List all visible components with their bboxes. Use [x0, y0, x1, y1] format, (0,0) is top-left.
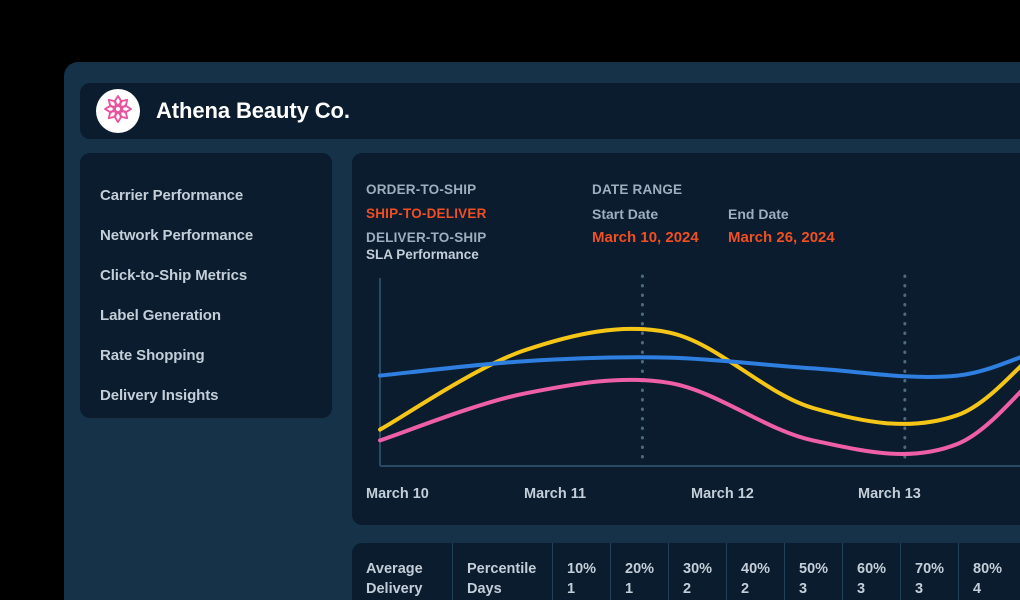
table-col-p50-header: 50% — [799, 561, 828, 577]
filter-ship-to-deliver[interactable]: SHIP-TO-DELIVER — [366, 202, 592, 226]
titlebar: Athena Beauty Co. — [80, 83, 1020, 139]
chart-x-axis: March 10 March 11 March 12 March 13 — [366, 478, 1020, 518]
table-col-p40: 40% 2 — [726, 543, 784, 600]
table-row-label: Average Delivery Times — [352, 543, 452, 600]
average-delivery-times-table: Average Delivery Times Percentile Days 1… — [352, 543, 1020, 600]
table-col-p40-header: 40% — [741, 561, 770, 577]
chart-svg — [366, 272, 1020, 470]
date-range-label: DATE RANGE — [592, 178, 922, 202]
table-col-p80-value: 4 — [973, 579, 1016, 599]
table-metric-label: Percentile Days — [452, 543, 552, 600]
end-date-value[interactable]: March 26, 2024 — [728, 226, 864, 250]
brand-title: Athena Beauty Co. — [156, 98, 350, 124]
start-date-value[interactable]: March 10, 2024 — [592, 226, 728, 250]
sidebar-item-rate-shopping[interactable]: Rate Shopping — [80, 335, 332, 375]
sidebar: Carrier Performance Network Performance … — [80, 153, 332, 418]
x-tick-0: March 10 — [366, 486, 429, 502]
table-col-p70-value: 3 — [915, 579, 958, 599]
table-col-p60-header: 60% — [857, 561, 886, 577]
x-tick-2: March 12 — [691, 486, 754, 502]
brand-logo — [96, 89, 140, 133]
table-col-p60: 60% 3 — [842, 543, 900, 600]
filters-row: ORDER-TO-SHIP SHIP-TO-DELIVER DELIVER-TO… — [366, 178, 1020, 248]
sidebar-item-carrier-performance[interactable]: Carrier Performance — [80, 175, 332, 215]
screen: Athena Beauty Co. Carrier Performance Ne… — [0, 0, 1020, 600]
date-range-inputs: Start Date March 10, 2024 End Date March… — [592, 202, 922, 250]
table-col-p10-header: 10% — [567, 561, 596, 577]
table-col-p20: 20% 1 — [610, 543, 668, 600]
end-date-label: End Date — [728, 202, 864, 226]
x-tick-3: March 13 — [858, 486, 921, 502]
sla-line-chart — [366, 272, 1020, 470]
x-tick-1: March 11 — [524, 486, 586, 502]
filter-order-to-ship[interactable]: ORDER-TO-SHIP — [366, 178, 592, 202]
table-col-p10: 10% 1 — [552, 543, 610, 600]
table-col-p30: 30% 2 — [668, 543, 726, 600]
start-date-label: Start Date — [592, 202, 728, 226]
table-col-p20-header: 20% — [625, 561, 654, 577]
table-col-p70: 70% 3 — [900, 543, 958, 600]
main-content: ORDER-TO-SHIP SHIP-TO-DELIVER DELIVER-TO… — [352, 153, 1020, 600]
table-col-p60-value: 3 — [857, 579, 900, 599]
table-col-p20-value: 1 — [625, 579, 668, 599]
table-col-p30-value: 2 — [683, 579, 726, 599]
table-col-p40-value: 2 — [741, 579, 784, 599]
table-col-p50-value: 3 — [799, 579, 842, 599]
flower-mandala-icon — [101, 92, 135, 131]
app-window: Athena Beauty Co. Carrier Performance Ne… — [64, 62, 1020, 600]
table-col-p50: 50% 3 — [784, 543, 842, 600]
start-date-field[interactable]: Start Date March 10, 2024 — [592, 202, 728, 250]
sidebar-item-label-generation[interactable]: Label Generation — [80, 295, 332, 335]
sidebar-item-click-to-ship-metrics[interactable]: Click-to-Ship Metrics — [80, 255, 332, 295]
sidebar-item-network-performance[interactable]: Network Performance — [80, 215, 332, 255]
date-range-filter-group: DATE RANGE Start Date March 10, 2024 End… — [592, 178, 922, 248]
sidebar-item-delivery-insights[interactable]: Delivery Insights — [80, 375, 332, 415]
sla-performance-card: ORDER-TO-SHIP SHIP-TO-DELIVER DELIVER-TO… — [352, 153, 1020, 525]
table-col-p80-header: 80% — [973, 561, 1002, 577]
filter-deliver-to-ship[interactable]: DELIVER-TO-SHIP — [366, 226, 592, 250]
table-col-p80: 80% 4 — [958, 543, 1016, 600]
table-col-p70-header: 70% — [915, 561, 944, 577]
transit-mode-filter-group: ORDER-TO-SHIP SHIP-TO-DELIVER DELIVER-TO… — [366, 178, 592, 248]
end-date-field[interactable]: End Date March 26, 2024 — [728, 202, 864, 250]
table-col-p10-value: 1 — [567, 579, 610, 599]
table-col-p30-header: 30% — [683, 561, 712, 577]
